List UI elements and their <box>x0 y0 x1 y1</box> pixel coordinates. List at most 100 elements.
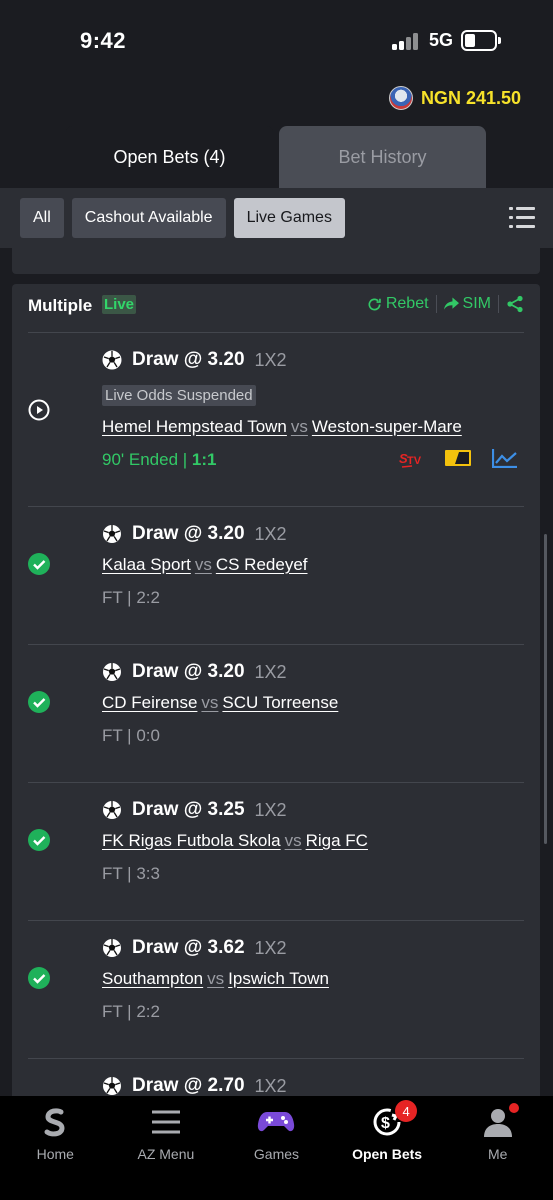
match-result: FT | 2:2 <box>102 588 160 607</box>
status-time: 9:42 <box>80 28 127 53</box>
vs-label: vs <box>201 693 219 712</box>
stats-chart-icon[interactable] <box>492 448 518 468</box>
home-team[interactable]: FK Rigas Futbola Skola <box>102 831 281 850</box>
match-status: 90' Ended | 1:1 <box>102 450 216 470</box>
filter-live-games[interactable]: Live Games <box>233 198 345 238</box>
live-tracker-icon[interactable] <box>444 448 472 468</box>
nav-home[interactable]: Home <box>0 1096 111 1200</box>
nav-az-menu-label: AZ Menu <box>137 1146 195 1162</box>
bottom-nav: Home AZ Menu Games $ 4 Open Bets Me <box>0 1096 553 1200</box>
bet-card-header: Multiple Live Rebet SIM <box>12 284 540 330</box>
bet-leg[interactable]: Draw @ 3.62 1X2 Southampton vs Ipswich Tow… <box>28 920 524 1058</box>
pick-label: Draw @ 3.20 <box>132 661 245 682</box>
balance-text: NGN 241.50 <box>420 87 521 108</box>
away-team[interactable]: SCU Torreense <box>222 693 338 712</box>
sportybet-logo-icon <box>44 1108 65 1137</box>
pick-label: Draw @ 3.25 <box>132 799 245 820</box>
match-result: FT | 2:2 <box>102 1002 160 1021</box>
filter-chips: All Cashout Available Live Games <box>20 198 345 238</box>
svg-text:$: $ <box>381 1115 390 1132</box>
home-team[interactable]: Southampton <box>102 969 203 988</box>
filter-cashout-available[interactable]: Cashout Available <box>71 198 226 238</box>
nav-me[interactable]: Me <box>442 1096 553 1200</box>
won-check-icon <box>28 691 50 713</box>
status-bar: 9:42 5G <box>0 0 553 80</box>
list-view-icon[interactable] <box>509 206 535 230</box>
tab-bet-history[interactable]: Bet History <box>279 126 486 188</box>
bet-leg[interactable]: Draw @ 3.25 1X2 FK Rigas Futbola Skola vs… <box>28 782 524 920</box>
match-tools: S TV <box>398 447 518 469</box>
match-teams[interactable]: CD Feirense vs SCU Torreense <box>102 693 338 713</box>
soccer-ball-icon <box>103 939 121 957</box>
market-label: 1X2 <box>254 523 287 544</box>
sim-label: SIM <box>462 295 491 312</box>
bet-leg[interactable]: Draw @ 3.20 1X2 CD Feirense vs SCU Torreen… <box>28 644 524 782</box>
market-label: 1X2 <box>254 1075 287 1096</box>
won-check-icon <box>28 829 50 851</box>
match-teams[interactable]: Kalaa Sport vs CS Redeyef <box>102 555 308 575</box>
open-bets-badge: 4 <box>395 1100 418 1122</box>
away-team[interactable]: CS Redeyef <box>216 555 308 574</box>
match-result: FT | 0:0 <box>102 726 160 745</box>
odds-suspended-badge: Live Odds Suspended <box>102 385 256 406</box>
gamepad-icon <box>258 1112 295 1132</box>
battery-icon <box>461 30 501 51</box>
bet-leg[interactable]: Draw @ 3.20 1X2 Kalaa Sport vs CS Redeyef … <box>28 506 524 644</box>
home-team[interactable]: Hemel Hempstead Town <box>102 417 287 436</box>
rebet-button[interactable]: Rebet <box>367 295 429 313</box>
soccer-ball-icon <box>102 350 122 370</box>
soccer-ball-icon <box>103 525 121 543</box>
refresh-icon <box>368 297 381 310</box>
sportybet-tv-icon[interactable]: S TV <box>398 447 424 469</box>
home-team[interactable]: CD Feirense <box>102 693 197 712</box>
match-status-text: 90' Ended | <box>102 450 192 469</box>
nav-open-bets[interactable]: $ 4 Open Bets <box>332 1096 443 1200</box>
market-label: 1X2 <box>254 349 287 370</box>
away-team[interactable]: Weston-super-Mare <box>312 417 462 436</box>
vs-label: vs <box>194 555 212 574</box>
pick-label: Draw @ 2.70 <box>132 1075 245 1096</box>
market-label: 1X2 <box>254 937 287 958</box>
menu-icon <box>151 1110 180 1134</box>
bet-leg[interactable]: Draw @ 3.20 1X2 Live Odds Suspended Heme… <box>28 332 524 506</box>
nav-me-label: Me <box>487 1146 508 1162</box>
match-teams[interactable]: Southampton vs Ipswich Town <box>102 969 329 989</box>
nav-az-menu[interactable]: AZ Menu <box>111 1096 222 1200</box>
scrollbar[interactable] <box>544 534 547 844</box>
sim-button[interactable]: SIM <box>443 295 491 313</box>
bet-type: Multiple <box>28 296 93 315</box>
play-icon[interactable] <box>28 399 50 421</box>
tab-open-bets[interactable]: Open Bets (4) <box>66 126 273 188</box>
share-button[interactable] <box>506 295 524 313</box>
vs-label: vs <box>207 969 225 988</box>
nav-open-bets-label: Open Bets <box>352 1146 423 1162</box>
match-result: FT | 3:3 <box>102 864 160 883</box>
live-score: 1:1 <box>191 450 217 469</box>
match-teams[interactable]: FK Rigas Futbola Skola vs Riga FC <box>102 831 368 851</box>
soccer-ball-icon <box>103 663 121 681</box>
network-label: 5G <box>429 30 454 50</box>
bets-tabs: Open Bets (4) Bet History <box>66 126 486 188</box>
home-team[interactable]: Kalaa Sport <box>102 555 191 574</box>
pick-label: Draw @ 3.62 <box>132 937 245 958</box>
account-balance[interactable]: NGN 241.50 <box>388 86 521 110</box>
signal-icon <box>392 32 420 50</box>
svg-text:TV: TV <box>407 455 422 467</box>
market-label: 1X2 <box>254 799 287 820</box>
vs-label: vs <box>284 831 302 850</box>
avatar[interactable] <box>388 86 413 110</box>
rebet-label: Rebet <box>385 295 429 312</box>
open-bets-icon: $ 4 <box>371 1100 418 1138</box>
pick-label: Draw @ 3.20 <box>132 523 245 544</box>
away-team[interactable]: Ipswich Town <box>228 969 329 988</box>
filter-all[interactable]: All <box>20 198 64 238</box>
away-team[interactable]: Riga FC <box>306 831 368 850</box>
won-check-icon <box>28 553 50 575</box>
nav-games[interactable]: Games <box>221 1096 332 1200</box>
soccer-ball-icon <box>103 801 121 819</box>
won-check-icon <box>28 967 50 989</box>
nav-home-label: Home <box>36 1146 74 1162</box>
market-label: 1X2 <box>254 661 287 682</box>
match-teams[interactable]: Hemel Hempstead Town vs Weston-super-Mare <box>102 417 462 437</box>
previous-bet-card <box>12 248 540 274</box>
